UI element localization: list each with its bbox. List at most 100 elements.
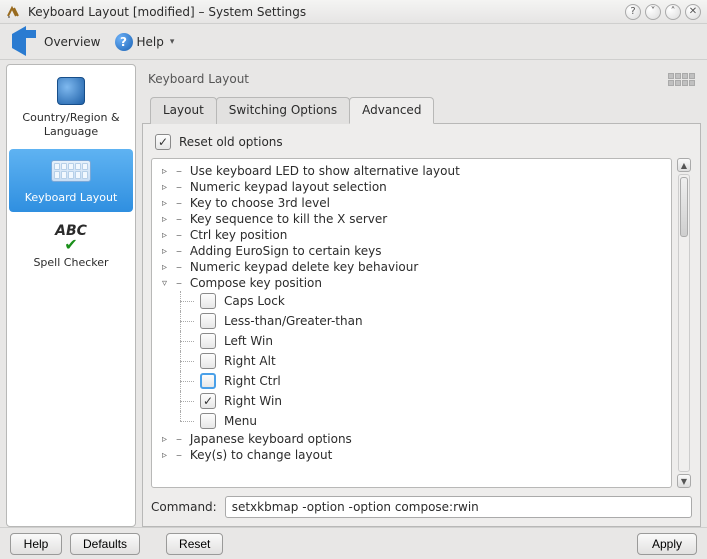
tree-child[interactable]: Left Win [152,331,671,351]
chevron-down-icon: ▾ [170,37,175,47]
apply-button[interactable]: Apply [637,533,697,555]
tree-child-label: Right Alt [224,354,276,368]
scroll-thumb[interactable] [680,177,688,237]
tree-child[interactable]: Menu [152,411,671,431]
tree-node-label: Compose key position [190,276,322,290]
options-tree[interactable]: ▹– Use keyboard LED to show alternative … [151,158,672,488]
compose-checkbox-capslock[interactable] [200,293,216,309]
window-minimize-button[interactable]: ˅ [645,4,661,20]
command-field[interactable]: setxkbmap -option -option compose:rwin [225,496,692,518]
reset-old-options-checkbox[interactable] [155,134,171,150]
tree-child-label: Caps Lock [224,294,285,308]
defaults-button[interactable]: Defaults [70,533,140,555]
expand-icon[interactable]: ▹ [162,262,174,273]
sidebar-item-keyboard-layout[interactable]: Keyboard Layout [9,149,133,213]
help-icon: ? [115,33,133,51]
tree-child-label: Less-than/Greater-than [224,314,363,328]
tab-label: Layout [163,103,204,117]
compose-checkbox-rightalt[interactable] [200,353,216,369]
tree-child[interactable]: Caps Lock [152,291,671,311]
keyboard-icon [51,160,91,182]
tree-node[interactable]: ▹– Ctrl key position [152,227,671,243]
tree-node[interactable]: ▹– Key to choose 3rd level [152,195,671,211]
expand-icon[interactable]: ▹ [162,434,174,445]
compose-checkbox-ltgt[interactable] [200,313,216,329]
reset-old-options-row: Reset old options [151,132,692,158]
compose-checkbox-rightctrl[interactable] [200,373,216,389]
tree-node[interactable]: ▹– Use keyboard LED to show alternative … [152,163,671,179]
keyboard-grid-icon [668,73,695,86]
command-value: setxkbmap -option -option compose:rwin [232,500,479,514]
collapse-icon[interactable]: ▿ [162,278,174,289]
scroll-up-button[interactable]: ▲ [677,158,691,172]
tree-child-label: Menu [224,414,257,428]
content-panel: Keyboard Layout Layout Switching Options… [142,64,701,527]
tree-child[interactable]: Less-than/Greater-than [152,311,671,331]
window-help-button[interactable]: ? [625,4,641,20]
tree-node-label: Key(s) to change layout [190,448,332,462]
compose-checkbox-leftwin[interactable] [200,333,216,349]
toolbar: Overview ? Help ▾ [0,24,707,60]
window-maximize-button[interactable]: ˄ [665,4,681,20]
tree-node[interactable]: ▹– Adding EuroSign to certain keys [152,243,671,259]
overview-label: Overview [44,35,101,49]
scroll-down-button[interactable]: ▼ [677,474,691,488]
button-label: Reset [179,537,210,551]
tab-bar: Layout Switching Options Advanced [142,96,701,124]
tree-node-label: Key to choose 3rd level [190,196,330,210]
help-menu-button[interactable]: ? Help ▾ [115,33,175,51]
button-label: Help [24,537,49,551]
tree-node[interactable]: ▹– Japanese keyboard options [152,431,671,447]
command-label: Command: [151,500,217,514]
sidebar-item-label: Keyboard Layout [11,191,131,205]
tree-child[interactable]: Right Alt [152,351,671,371]
compose-checkbox-menu[interactable] [200,413,216,429]
tree-child-label: Right Ctrl [224,374,281,388]
tree-node[interactable]: ▹– Key sequence to kill the X server [152,211,671,227]
tree-node-label: Numeric keypad delete key behaviour [190,260,418,274]
sidebar-item-country-region[interactable]: Country/Region & Language [9,69,133,147]
tab-body-advanced: Reset old options ▹– Use keyboard LED to… [142,124,701,527]
tab-switching-options[interactable]: Switching Options [216,97,350,124]
tree-node[interactable]: ▹– Numeric keypad delete key behaviour [152,259,671,275]
tree-node-label: Ctrl key position [190,228,288,242]
expand-icon[interactable]: ▹ [162,450,174,461]
tree-scrollbar[interactable]: ▲ ▼ [676,158,692,488]
footer: Help Defaults Reset Apply [0,527,707,559]
window-title: Keyboard Layout [modified] – System Sett… [28,5,621,19]
reset-button[interactable]: Reset [166,533,223,555]
sidebar-item-label: Spell Checker [11,256,131,270]
compose-checkbox-rightwin[interactable] [200,393,216,409]
expand-icon[interactable]: ▹ [162,182,174,193]
expand-icon[interactable]: ▹ [162,198,174,209]
tree-node[interactable]: ▹– Key(s) to change layout [152,447,671,463]
tree-child-label: Left Win [224,334,273,348]
app-icon [6,4,22,20]
back-arrow-icon [12,26,26,56]
tab-label: Switching Options [229,103,337,117]
tree-child-label: Right Win [224,394,282,408]
globe-icon [57,77,85,105]
expand-icon[interactable]: ▹ [162,214,174,225]
tree-child[interactable]: Right Win [152,391,671,411]
sidebar-item-spell-checker[interactable]: ABC ✔ Spell Checker [9,214,133,278]
tab-advanced[interactable]: Advanced [349,97,434,124]
tree-node-label: Japanese keyboard options [190,432,352,446]
section-title: Keyboard Layout [148,72,249,86]
tree-child[interactable]: Right Ctrl [152,371,671,391]
help-button[interactable]: Help [10,533,62,555]
sidebar: Country/Region & Language Keyboard Layou… [6,64,136,527]
main-area: Country/Region & Language Keyboard Layou… [0,60,707,527]
tree-node[interactable]: ▹– Numeric keypad layout selection [152,179,671,195]
tree-node-label: Key sequence to kill the X server [190,212,387,226]
expand-icon[interactable]: ▹ [162,246,174,257]
tree-node-compose[interactable]: ▿– Compose key position [152,275,671,291]
expand-icon[interactable]: ▹ [162,230,174,241]
sidebar-item-label: Country/Region & Language [11,111,131,139]
tree-node-label: Use keyboard LED to show alternative lay… [190,164,460,178]
expand-icon[interactable]: ▹ [162,166,174,177]
tab-layout[interactable]: Layout [150,97,217,124]
window-close-button[interactable]: ✕ [685,4,701,20]
overview-button[interactable]: Overview [8,32,105,52]
scroll-track[interactable] [678,174,690,472]
